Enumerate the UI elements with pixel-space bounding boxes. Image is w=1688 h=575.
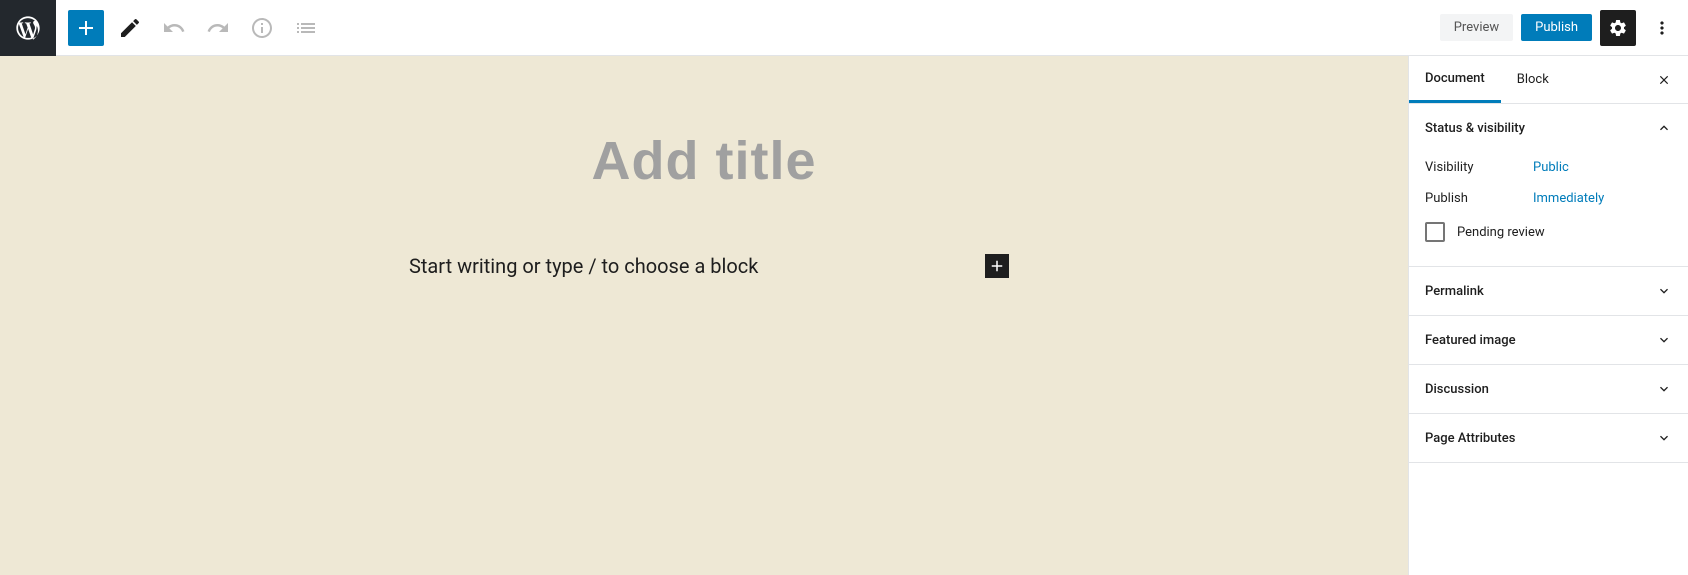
outline-button[interactable] [288, 10, 324, 46]
chevron-down-icon [1656, 283, 1672, 299]
panel-page-attributes: Page Attributes [1409, 414, 1688, 463]
chevron-up-icon [1656, 120, 1672, 136]
visibility-value[interactable]: Public [1533, 160, 1569, 175]
toolbar-left-group [56, 10, 324, 46]
panel-title-status: Status & visibility [1425, 121, 1525, 136]
settings-button[interactable] [1600, 10, 1636, 46]
list-icon [294, 16, 318, 40]
panel-status-visibility: Status & visibility Visibility Public Pu… [1409, 104, 1688, 267]
toolbar-right-group: Preview Publish [1440, 10, 1688, 46]
publish-button[interactable]: Publish [1521, 14, 1592, 41]
chevron-down-icon [1656, 332, 1672, 348]
panel-discussion: Discussion [1409, 365, 1688, 414]
preview-button[interactable]: Preview [1440, 14, 1513, 41]
undo-button[interactable] [156, 10, 192, 46]
panel-featured-image: Featured image [1409, 316, 1688, 365]
info-icon [250, 16, 274, 40]
tab-block[interactable]: Block [1501, 56, 1565, 103]
block-prompt-text[interactable]: Start writing or type / to choose a bloc… [409, 254, 758, 278]
redo-icon [206, 16, 230, 40]
editor-canvas[interactable]: Add title Start writing or type / to cho… [0, 56, 1408, 575]
panel-header-status[interactable]: Status & visibility [1409, 104, 1688, 152]
wordpress-logo[interactable] [0, 0, 56, 56]
panel-title-page-attributes: Page Attributes [1425, 431, 1515, 446]
undo-icon [162, 16, 186, 40]
block-prompt-row: Start writing or type / to choose a bloc… [399, 254, 1009, 278]
publish-label: Publish [1425, 191, 1533, 206]
settings-sidebar: Document Block Status & visibility Visib… [1408, 56, 1688, 575]
panel-header-page-attributes[interactable]: Page Attributes [1409, 414, 1688, 462]
plus-icon [74, 16, 98, 40]
pending-review-label: Pending review [1457, 225, 1545, 240]
visibility-label: Visibility [1425, 160, 1533, 175]
plus-icon [988, 257, 1006, 275]
close-icon [1657, 73, 1671, 87]
panel-body-status: Visibility Public Publish Immediately Pe… [1409, 152, 1688, 266]
post-title-input[interactable]: Add title [399, 130, 1009, 192]
add-block-button[interactable] [68, 10, 104, 46]
panel-title-featured-image: Featured image [1425, 333, 1516, 348]
redo-button[interactable] [200, 10, 236, 46]
chevron-down-icon [1656, 381, 1672, 397]
panel-header-featured-image[interactable]: Featured image [1409, 316, 1688, 364]
panel-header-discussion[interactable]: Discussion [1409, 365, 1688, 413]
block-insert-button[interactable] [985, 254, 1009, 278]
more-options-button[interactable] [1644, 10, 1680, 46]
info-button[interactable] [244, 10, 280, 46]
wordpress-icon [14, 14, 42, 42]
edit-mode-button[interactable] [112, 10, 148, 46]
sidebar-tabs: Document Block [1409, 56, 1688, 104]
pending-review-checkbox[interactable] [1425, 222, 1445, 242]
pencil-icon [118, 16, 142, 40]
editor-content: Add title Start writing or type / to cho… [399, 56, 1009, 278]
top-toolbar: Preview Publish [0, 0, 1688, 56]
main-area: Add title Start writing or type / to cho… [0, 56, 1688, 575]
panel-header-permalink[interactable]: Permalink [1409, 267, 1688, 315]
gear-icon [1608, 18, 1628, 38]
panel-permalink: Permalink [1409, 267, 1688, 316]
row-visibility: Visibility Public [1425, 152, 1672, 183]
chevron-down-icon [1656, 430, 1672, 446]
row-publish: Publish Immediately [1425, 183, 1672, 214]
row-pending-review: Pending review [1425, 214, 1672, 250]
publish-value[interactable]: Immediately [1533, 191, 1604, 206]
tab-document[interactable]: Document [1409, 56, 1501, 103]
close-sidebar-button[interactable] [1640, 73, 1688, 87]
panel-title-discussion: Discussion [1425, 382, 1489, 397]
more-vertical-icon [1652, 18, 1672, 38]
panel-title-permalink: Permalink [1425, 284, 1484, 299]
